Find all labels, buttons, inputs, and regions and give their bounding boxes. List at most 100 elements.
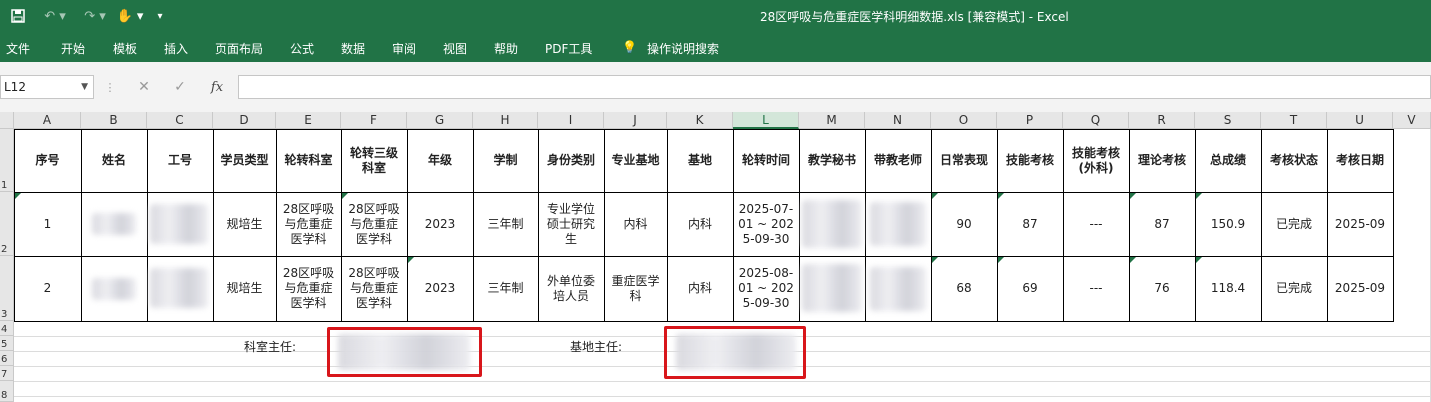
column-header-d[interactable]: D [213,112,276,129]
table-cell[interactable]: 已完成 [1261,192,1327,256]
tab-help[interactable]: 帮助 [494,40,518,57]
header-cell-skill-exam[interactable]: 技能考核 [997,129,1063,192]
table-cell[interactable]: --- [1063,192,1129,256]
table-cell[interactable]: 90 [931,192,997,256]
tab-page-layout[interactable]: 页面布局 [215,40,263,57]
table-cell[interactable]: 2025-09 [1327,256,1393,321]
table-cell[interactable]: 专业学位硕士研究生 [538,192,604,256]
error-indicator-icon[interactable] [408,257,414,263]
error-indicator-icon[interactable] [342,193,348,199]
header-cell-grade[interactable]: 年级 [407,129,473,192]
column-header-n[interactable]: N [865,112,931,129]
cancel-icon[interactable]: ✕ [134,75,154,99]
header-cell-rotation-dept[interactable]: 轮转科室 [276,129,341,192]
column-header-u[interactable]: U [1327,112,1393,129]
table-cell[interactable]: 内科 [604,192,667,256]
formula-input[interactable] [238,75,1431,99]
column-header-v[interactable]: V [1393,112,1431,129]
tab-formulas[interactable]: 公式 [290,40,314,57]
table-cell[interactable]: 69 [997,256,1063,321]
tab-file[interactable]: 文件 [6,40,30,57]
enter-icon[interactable]: ✓ [170,75,190,99]
header-cell-identity[interactable]: 身份类别 [538,129,604,192]
header-cell-trainee-type[interactable]: 学员类型 [213,129,276,192]
header-cell-seq[interactable]: 序号 [14,129,81,192]
undo-icon[interactable]: ↶ ▾ [38,7,72,25]
table-cell[interactable]: 68 [931,256,997,321]
column-header-s[interactable]: S [1195,112,1261,129]
error-indicator-icon[interactable] [1196,193,1202,199]
table-cell[interactable]: 2025-07-01 ~ 2025-09-30 [733,192,799,256]
tab-insert[interactable]: 插入 [164,40,188,57]
worksheet[interactable]: A B C D E F G H I J K L M N O P Q R S T … [0,112,1431,402]
row-header-5[interactable]: 5 [0,336,14,351]
customize-toolbar-icon[interactable]: ▾ [152,7,168,25]
column-header-a[interactable]: A [14,112,81,129]
header-cell-teaching-secretary[interactable]: 教学秘书 [799,129,865,192]
header-cell-program-length[interactable]: 学制 [473,129,538,192]
table-cell[interactable]: 规培生 [213,256,276,321]
header-cell-exam-date[interactable]: 考核日期 [1327,129,1393,192]
column-header-l[interactable]: L [733,112,799,129]
column-header-i[interactable]: I [538,112,604,129]
column-header-e[interactable]: E [276,112,341,129]
row-header-6[interactable]: 6 [0,351,14,366]
column-header-m[interactable]: M [799,112,865,129]
row-header-2[interactable]: 2 [0,192,14,256]
error-indicator-icon[interactable] [1130,257,1136,263]
touch-mode-icon[interactable]: ✋ ▾ [115,7,145,25]
header-cell-name[interactable]: 姓名 [81,129,147,192]
error-indicator-icon[interactable] [1196,257,1202,263]
table-cell[interactable]: 150.9 [1195,192,1261,256]
tab-review[interactable]: 审阅 [392,40,416,57]
row-header-7[interactable]: 7 [0,366,14,381]
tab-data[interactable]: 数据 [341,40,365,57]
error-indicator-icon[interactable] [15,193,21,199]
table-cell[interactable]: 28区呼吸与危重症医学科 [341,256,407,321]
column-header-j[interactable]: J [604,112,667,129]
column-header-r[interactable]: R [1129,112,1195,129]
header-cell-supervisor[interactable]: 带教老师 [865,129,931,192]
column-header-k[interactable]: K [667,112,733,129]
header-cell-exam-status[interactable]: 考核状态 [1261,129,1327,192]
table-cell[interactable]: 28区呼吸与危重症医学科 [276,192,341,256]
select-all-corner[interactable] [0,112,14,129]
table-cell[interactable]: 1 [14,192,81,256]
tab-home[interactable]: 开始 [61,40,85,57]
table-cell[interactable]: 已完成 [1261,256,1327,321]
table-cell[interactable]: 重症医学科 [604,256,667,321]
table-cell[interactable]: 28区呼吸与危重症医学科 [341,192,407,256]
table-cell[interactable]: 2025-09 [1327,192,1393,256]
column-header-f[interactable]: F [341,112,407,129]
error-indicator-icon[interactable] [998,257,1004,263]
table-cell[interactable]: --- [1063,256,1129,321]
tab-view[interactable]: 视图 [443,40,467,57]
redo-icon[interactable]: ↷ ▾ [78,7,112,25]
chevron-down-icon[interactable]: ▼ [81,76,88,98]
table-cell[interactable]: 87 [997,192,1063,256]
table-cell[interactable]: 内科 [667,256,733,321]
tell-me-search[interactable]: 操作说明搜索 [647,40,719,57]
error-indicator-icon[interactable] [932,257,938,263]
table-cell[interactable]: 2023 [407,256,473,321]
column-header-t[interactable]: T [1261,112,1327,129]
column-header-p[interactable]: P [997,112,1063,129]
column-header-h[interactable]: H [473,112,538,129]
header-cell-rotation-time[interactable]: 轮转时间 [733,129,799,192]
table-cell[interactable]: 2023 [407,192,473,256]
header-cell-theory-exam[interactable]: 理论考核 [1129,129,1195,192]
table-cell[interactable]: 2 [14,256,81,321]
table-cell[interactable]: 外单位委培人员 [538,256,604,321]
table-cell[interactable]: 28区呼吸与危重症医学科 [276,256,341,321]
table-cell[interactable]: 87 [1129,192,1195,256]
header-cell-total-score[interactable]: 总成绩 [1195,129,1261,192]
header-cell-skill-exam-surgery[interactable]: 技能考核(外科) [1063,129,1129,192]
table-cell[interactable]: 2025-08-01 ~ 2025-09-30 [733,256,799,321]
row-header-8[interactable]: 8 [0,381,14,402]
row-header-3[interactable]: 3 [0,256,14,321]
table-cell[interactable]: 三年制 [473,256,538,321]
column-header-g[interactable]: G [407,112,473,129]
row-header-4[interactable]: 4 [0,321,14,336]
table-cell[interactable]: 内科 [667,192,733,256]
table-cell[interactable]: 118.4 [1195,256,1261,321]
